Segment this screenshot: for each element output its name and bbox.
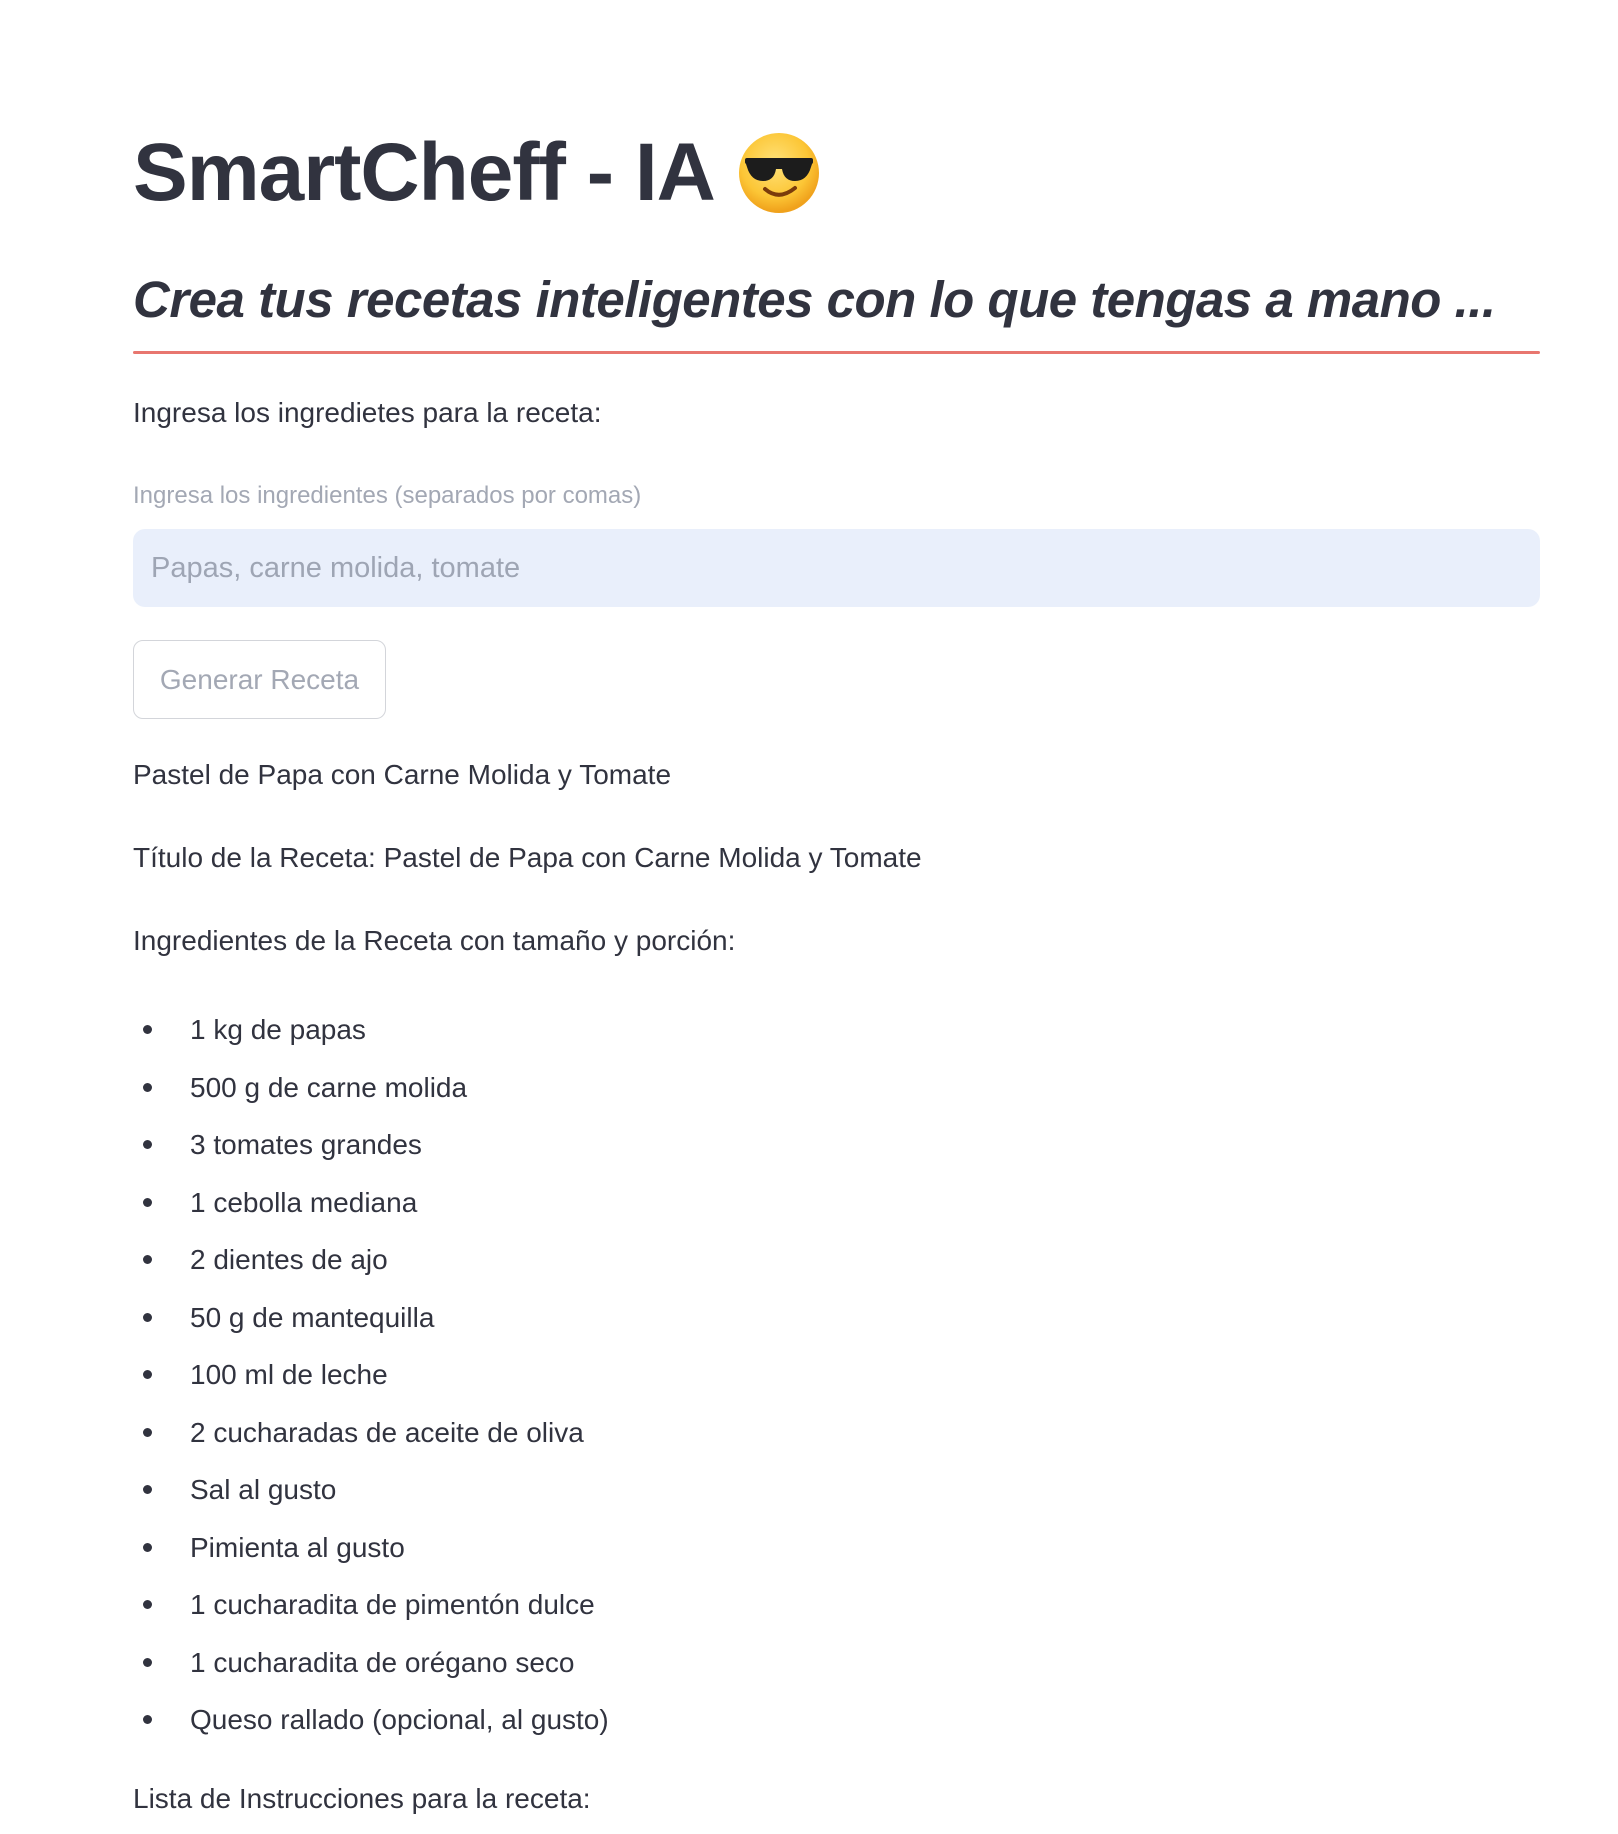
list-item: 1 cucharadita de orégano seco	[133, 1634, 609, 1692]
list-item: Queso rallado (opcional, al gusto)	[133, 1691, 609, 1749]
bullet-icon	[143, 1427, 152, 1437]
ingredients-list: 1 kg de papas 500 g de carne molida 3 to…	[133, 1001, 609, 1749]
list-item: 50 g de mantequilla	[133, 1289, 609, 1347]
sunglasses-emoji-icon	[737, 131, 821, 215]
generate-recipe-button[interactable]: Generar Receta	[133, 640, 386, 719]
bullet-icon	[143, 1715, 152, 1724]
ingredients-prompt: Ingresa los ingredietes para la receta:	[133, 397, 602, 428]
list-item: 2 dientes de ajo	[133, 1231, 609, 1289]
bullet-icon	[143, 1082, 152, 1092]
ingredients-input-label: Ingresa los ingredientes (separados por …	[133, 482, 642, 509]
bullet-icon	[143, 1025, 152, 1034]
bullet-icon	[143, 1542, 152, 1552]
bullet-icon	[143, 1370, 152, 1379]
instructions-heading: Lista de Instrucciones para la receta:	[133, 1783, 591, 1814]
ingredients-heading: Ingredientes de la Receta con tamaño y p…	[133, 925, 736, 956]
bullet-icon	[143, 1485, 152, 1494]
bullet-icon	[143, 1312, 152, 1322]
subheader-divider	[133, 351, 1540, 354]
recipe-title-line: Título de la Receta: Pastel de Papa con …	[133, 842, 922, 873]
recipe-name: Pastel de Papa con Carne Molida y Tomate	[133, 759, 672, 790]
list-item: 100 ml de leche	[133, 1346, 609, 1404]
app-subheader: Crea tus recetas inteligentes con lo que…	[133, 271, 1496, 328]
bullet-icon	[143, 1255, 152, 1264]
bullet-icon	[143, 1657, 152, 1667]
list-item: 1 cucharadita de pimentón dulce	[133, 1576, 609, 1634]
ingredients-input[interactable]	[133, 529, 1540, 607]
title-row: SmartCheff - IA	[133, 118, 821, 228]
list-item: Sal al gusto	[133, 1461, 609, 1519]
bullet-icon	[143, 1600, 152, 1609]
bullet-icon	[143, 1197, 152, 1207]
list-item: 1 cebolla mediana	[133, 1174, 609, 1232]
bullet-icon	[143, 1140, 152, 1149]
list-item: 1 kg de papas	[133, 1001, 609, 1059]
list-item: 2 cucharadas de aceite de oliva	[133, 1404, 609, 1462]
list-item: Pimienta al gusto	[133, 1519, 609, 1577]
app-title: SmartCheff - IA	[133, 127, 716, 218]
list-item: 3 tomates grandes	[133, 1116, 609, 1174]
list-item: 500 g de carne molida	[133, 1059, 609, 1117]
